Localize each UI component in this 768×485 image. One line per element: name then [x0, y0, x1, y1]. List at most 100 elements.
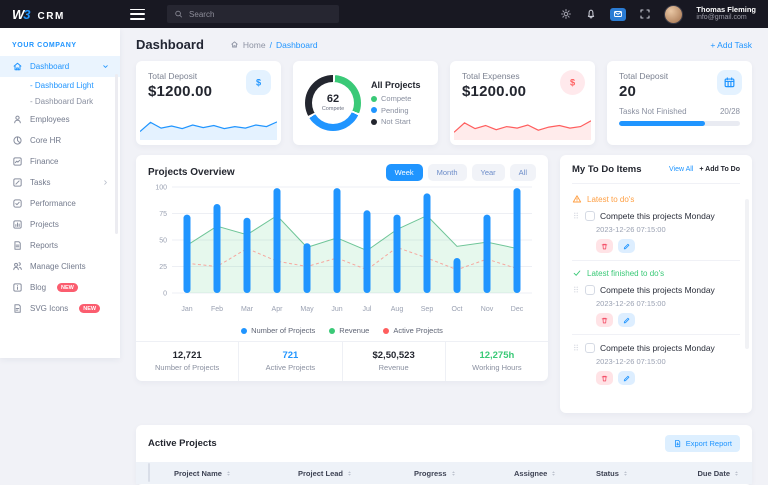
todo-timestamp: 2023-12-26 07:15:00: [596, 357, 666, 366]
tasks-icon: [12, 177, 23, 188]
svg-text:50: 50: [159, 238, 167, 245]
stat-value: 721: [282, 350, 299, 361]
sidebar-item-performance[interactable]: Performance: [0, 193, 120, 214]
panel-title: My To Do Items: [572, 164, 642, 175]
column-label: Assignee: [514, 468, 548, 478]
todo-section-label: Latest to do's: [587, 194, 635, 204]
todo-checkbox[interactable]: [585, 342, 595, 353]
todo-scrollbar[interactable]: [745, 199, 749, 349]
column-header-progress[interactable]: Progress: [414, 469, 514, 478]
sidebar-item-core-hr[interactable]: Core HR: [0, 130, 120, 151]
sidebar-item-label: Finance: [30, 157, 59, 166]
legend-dot: [371, 107, 377, 113]
overview-stats-row: 12,721 Number of Projects 721 Active Projec…: [136, 341, 548, 381]
todo-panel: My To Do Items View All + Add To Do Late…: [560, 155, 752, 413]
sidebar-item-tasks[interactable]: Tasks: [0, 172, 120, 193]
notifications-bell-icon[interactable]: [585, 8, 597, 20]
performance-icon: [12, 198, 23, 209]
sort-icon: [225, 470, 232, 477]
fullscreen-icon[interactable]: [639, 8, 651, 20]
tab-month[interactable]: Month: [427, 164, 467, 181]
todo-checkbox[interactable]: [585, 210, 595, 221]
drag-handle-icon[interactable]: [572, 210, 580, 221]
overview-stat-number-of-projects: 12,721 Number of Projects: [136, 342, 238, 381]
sidebar-item-reports[interactable]: Reports: [0, 235, 120, 256]
sidebar-subitem-dashboard-dark[interactable]: - Dashboard Dark: [0, 93, 120, 109]
edit-todo-button[interactable]: [618, 313, 635, 327]
tab-year[interactable]: Year: [471, 164, 505, 181]
breadcrumb-home[interactable]: Home: [243, 40, 266, 50]
add-task-link[interactable]: + Add Task: [710, 40, 752, 50]
projects-icon: [12, 219, 23, 230]
svg-text:Jul: Jul: [363, 306, 372, 313]
hamburger-menu-icon[interactable]: [130, 8, 145, 20]
edit-todo-button[interactable]: [618, 239, 635, 253]
logo-text: CRM: [37, 10, 65, 22]
svg-text:$: $: [256, 78, 261, 88]
export-report-button[interactable]: Export Report: [664, 435, 740, 452]
delete-todo-button[interactable]: [596, 371, 613, 385]
legend-item: Active Projects: [383, 326, 443, 335]
todo-actions: [596, 313, 740, 327]
edit-todo-button[interactable]: [618, 371, 635, 385]
sidebar-item-finance[interactable]: Finance: [0, 151, 120, 172]
tab-all[interactable]: All: [509, 164, 536, 181]
column-header-project-name[interactable]: Project Name: [174, 469, 298, 478]
todo-item: Compete this projects Monday 2023-12-26 0…: [572, 342, 740, 392]
pencil-icon: [622, 316, 631, 325]
drag-handle-icon[interactable]: [572, 284, 580, 295]
sidebar-section-label: YOUR COMPANY: [12, 42, 77, 49]
svg-text:Oct: Oct: [452, 306, 463, 313]
column-header-project-lead[interactable]: Project Lead: [298, 469, 414, 478]
calendar-icon: [723, 76, 736, 89]
todo-timestamp: 2023-12-26 07:15:00: [596, 225, 666, 234]
column-header-due-date[interactable]: Due Date: [697, 469, 740, 478]
todo-checkbox[interactable]: [585, 284, 595, 295]
projects-overview-panel: Projects Overview Week Month Year All 100 75…: [136, 155, 548, 381]
user-icon: [12, 114, 23, 125]
chevron-right-icon: [101, 178, 110, 187]
sidebar-scrollbar[interactable]: [115, 74, 118, 234]
stat-label: Number of Projects: [155, 363, 220, 372]
sidebar-subitem-dashboard-light[interactable]: - Dashboard Light: [0, 77, 120, 93]
search-icon: [174, 9, 183, 19]
sidebar-item-blog[interactable]: Blog NEW: [0, 277, 120, 298]
delete-todo-button[interactable]: [596, 313, 613, 327]
column-header-status[interactable]: Status: [596, 469, 664, 478]
search-box[interactable]: [167, 5, 339, 23]
deposit-sparkline: [140, 121, 277, 140]
todo-section-header: Latest to do's: [572, 194, 740, 204]
donut-legend: Compete Pending Not Start: [371, 94, 421, 126]
tab-week[interactable]: Week: [385, 164, 423, 181]
sidebar-item-svg-icons[interactable]: SVG Icons NEW: [0, 298, 120, 319]
add-todo-link[interactable]: + Add To Do: [699, 166, 740, 173]
messages-button[interactable]: [610, 7, 627, 21]
sidebar-item-dashboard[interactable]: Dashboard: [0, 56, 120, 77]
user-email: info@gmail.com: [696, 14, 747, 22]
all-projects-donut-chart: 62 Compete: [305, 75, 361, 131]
drag-handle-icon[interactable]: [572, 342, 580, 353]
delete-todo-button[interactable]: [596, 239, 613, 253]
view-all-link[interactable]: View All: [669, 166, 693, 173]
user-avatar[interactable]: [664, 4, 684, 24]
sidebar-item-employees[interactable]: Employees: [0, 109, 120, 130]
sidebar-item-projects[interactable]: Projects: [0, 214, 120, 235]
sidebar-item-label: Manage Clients: [30, 262, 86, 271]
legend-dot: [241, 327, 248, 334]
todo-item: Latest to do's Compete this projects Mond…: [572, 194, 740, 261]
breadcrumb: Home / Dashboard: [230, 40, 318, 50]
sidebar-item-label: Dashboard: [30, 62, 70, 71]
user-info[interactable]: Thomas Fleming info@gmail.com: [696, 5, 756, 23]
breadcrumb-current[interactable]: Dashboard: [276, 40, 318, 50]
trash-icon: [600, 242, 609, 251]
column-header-assignee[interactable]: Assignee: [514, 469, 596, 478]
sidebar-item-label: Reports: [30, 241, 59, 250]
sidebar-item-manage-clients[interactable]: Manage Clients: [0, 256, 120, 277]
settings-gear-icon[interactable]: [560, 8, 572, 20]
search-input[interactable]: [189, 9, 332, 19]
topbar-actions: Thomas Fleming info@gmail.com: [560, 4, 768, 24]
todo-text: Compete this projects Monday: [600, 342, 715, 353]
sidebar-item-label: SVG Icons: [30, 304, 69, 313]
svg-text:Aug: Aug: [391, 306, 404, 313]
home-icon: [12, 61, 23, 72]
